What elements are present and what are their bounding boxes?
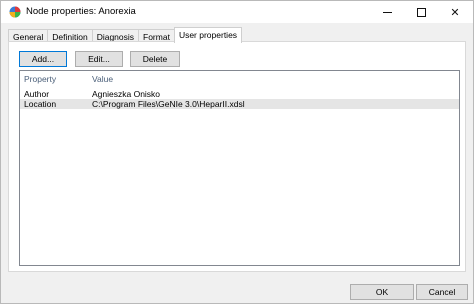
close-button[interactable]: ✕ [439, 1, 471, 23]
table-row[interactable]: Location C:\Program Files\GeNIe 3.0\Hepa… [20, 99, 459, 109]
property-cell: Location [24, 99, 57, 109]
user-properties-panel: Add... Edit... Delete Property Value Aut… [8, 41, 466, 272]
maximize-button[interactable] [405, 1, 437, 23]
add-button[interactable]: Add... [19, 51, 67, 67]
property-cell: Author [24, 89, 50, 99]
column-header-property[interactable]: Property [24, 74, 56, 84]
cancel-button[interactable]: Cancel [416, 284, 468, 300]
list-header: Property Value [20, 71, 459, 85]
node-properties-dialog: Node properties: Anorexia ✕ General Defi… [0, 0, 474, 304]
tab-user-properties[interactable]: User properties [173, 27, 243, 43]
edit-button[interactable]: Edit... [75, 51, 123, 67]
value-cell: C:\Program Files\GeNIe 3.0\HeparII.xdsl [92, 99, 245, 109]
close-icon: ✕ [450, 6, 460, 19]
minimize-icon [382, 11, 392, 13]
column-header-value[interactable]: Value [92, 74, 113, 84]
properties-list[interactable]: Property Value Author Agnieszka Onisko L… [19, 70, 460, 266]
delete-button[interactable]: Delete [130, 51, 180, 67]
genie-app-icon [9, 6, 21, 18]
value-cell: Agnieszka Onisko [92, 89, 161, 99]
table-row[interactable]: Author Agnieszka Onisko [20, 89, 459, 99]
title-bar[interactable]: Node properties: Anorexia ✕ [1, 1, 473, 23]
tab-strip: General Definition Diagnosis Format User… [8, 27, 243, 43]
window-title: Node properties: Anorexia [26, 6, 136, 17]
maximize-icon [416, 7, 426, 17]
minimize-button[interactable] [371, 1, 403, 23]
ok-button[interactable]: OK [350, 284, 414, 300]
